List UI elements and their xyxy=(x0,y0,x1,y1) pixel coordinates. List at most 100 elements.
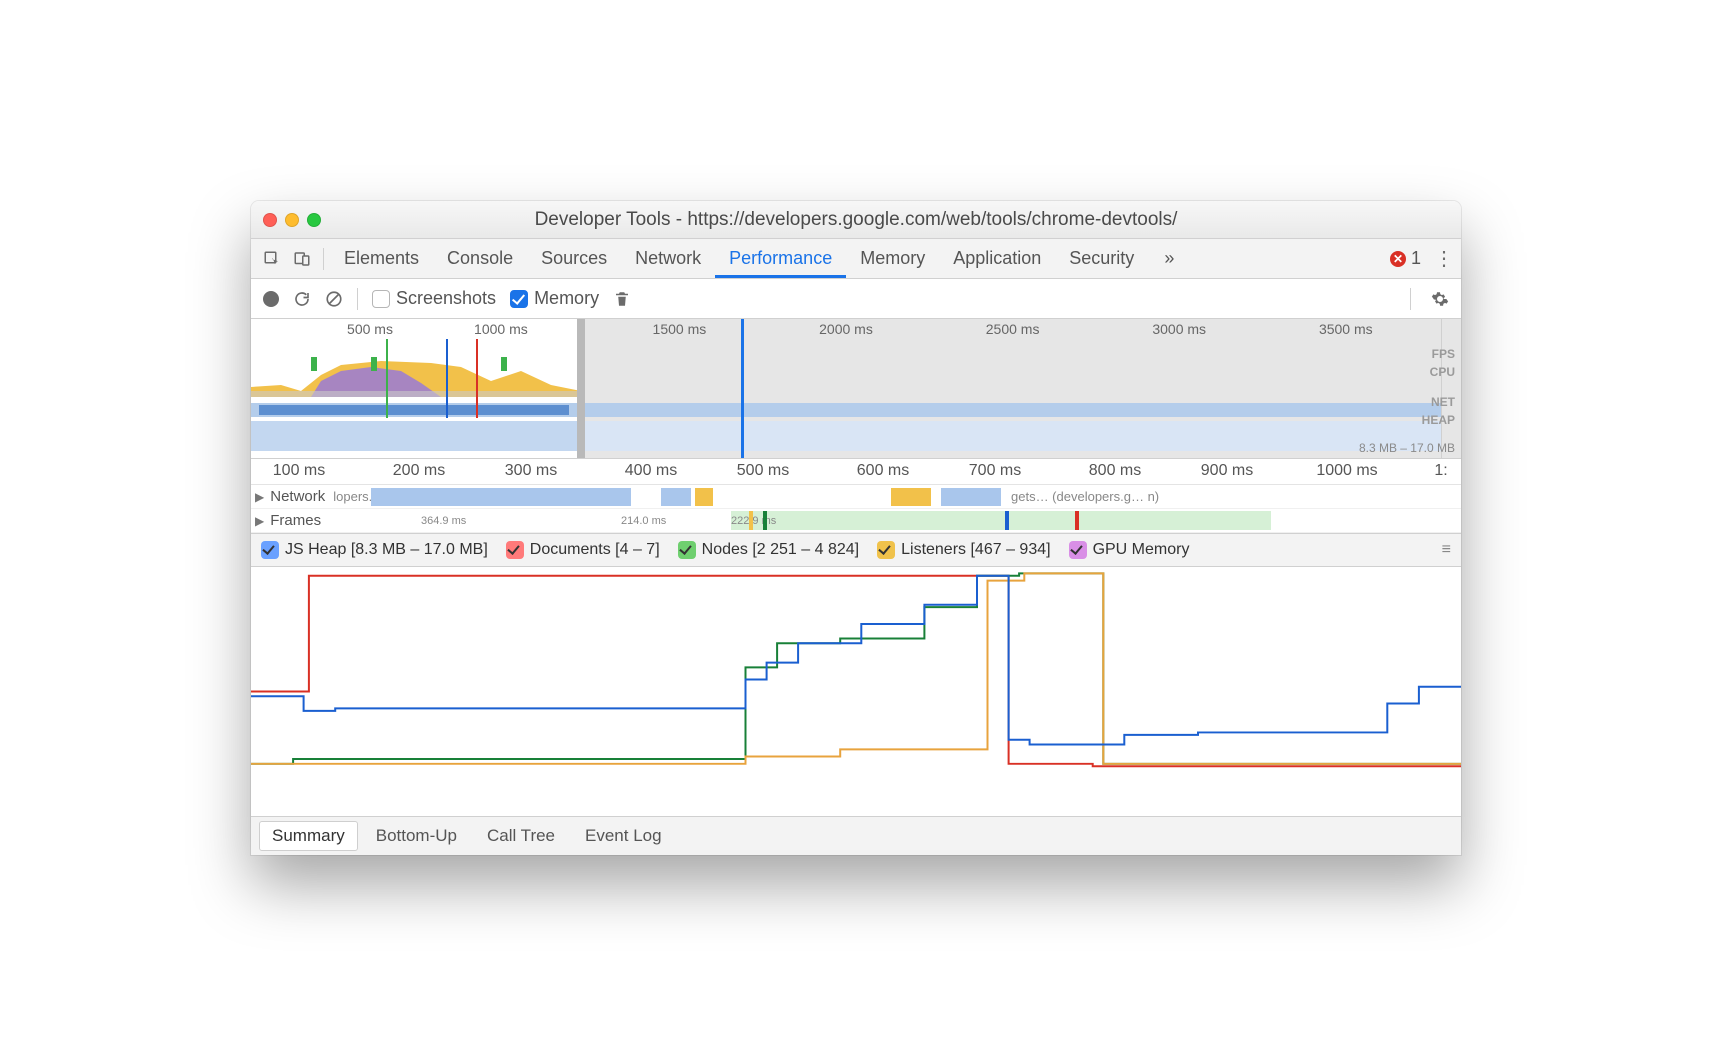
legend-item-listeners[interactable]: Listeners [467 – 934] xyxy=(877,541,1050,559)
tab-call-tree[interactable]: Call Tree xyxy=(475,822,567,850)
frame-marker xyxy=(1005,511,1009,530)
error-count-badge[interactable]: ✕ 1 xyxy=(1390,248,1421,269)
settings-gear-icon[interactable] xyxy=(1431,290,1449,308)
more-options-icon[interactable]: ⋮ xyxy=(1433,249,1455,269)
checkbox-icon xyxy=(678,541,696,559)
overview-tick: 2500 ms xyxy=(986,321,1040,337)
overview-tick: 3500 ms xyxy=(1319,321,1373,337)
legend-menu-icon[interactable]: ≡ xyxy=(1442,541,1451,559)
legend-range: [8.3 MB – 17.0 MB] xyxy=(351,541,488,559)
checkbox-icon xyxy=(372,290,390,308)
minimize-window-button[interactable] xyxy=(285,213,299,227)
frame-marker xyxy=(749,511,753,530)
chevron-right-icon[interactable]: ▶ xyxy=(255,514,264,528)
network-extra-text: gets… (developers.g… n) xyxy=(1011,489,1159,504)
chart-series-listeners xyxy=(251,573,1461,763)
performance-toolbar: Screenshots Memory xyxy=(251,279,1461,319)
overview-net-lane xyxy=(251,403,1441,417)
main-ruler[interactable]: 100 ms 200 ms 300 ms 400 ms 500 ms 600 m… xyxy=(251,459,1461,485)
checkbox-icon xyxy=(506,541,524,559)
legend-item-nodes[interactable]: Nodes [2 251 – 4 824] xyxy=(678,541,859,559)
frame-time: 364.9 ms xyxy=(421,515,466,527)
chevron-right-icon[interactable]: ▶ xyxy=(255,490,264,504)
legend-label: Listeners xyxy=(901,541,966,559)
memory-legend: JS Heap [8.3 MB – 17.0 MB] Documents [4 … xyxy=(251,533,1461,567)
tab-console[interactable]: Console xyxy=(433,239,527,278)
tabs-overflow-button[interactable]: » xyxy=(1150,239,1188,278)
chart-series-nodes xyxy=(251,573,1461,763)
ruler-tick: 600 ms xyxy=(857,462,909,480)
clear-icon[interactable] xyxy=(325,290,343,308)
record-button[interactable] xyxy=(263,291,279,307)
details-tabstrip: Summary Bottom-Up Call Tree Event Log xyxy=(251,817,1461,855)
overview-heap-lane xyxy=(251,421,1441,451)
delete-icon[interactable] xyxy=(613,290,631,308)
divider xyxy=(357,288,358,310)
checkbox-icon xyxy=(261,541,279,559)
legend-item-documents[interactable]: Documents [4 – 7] xyxy=(506,541,660,559)
tab-summary[interactable]: Summary xyxy=(259,821,358,851)
memory-chart[interactable] xyxy=(251,567,1461,817)
network-bar xyxy=(695,488,713,506)
overview-playhead[interactable] xyxy=(741,319,744,458)
screenshots-checkbox[interactable]: Screenshots xyxy=(372,288,496,309)
overview-tick: 3000 ms xyxy=(1152,321,1206,337)
network-row-label: Network xyxy=(270,488,331,505)
tab-network[interactable]: Network xyxy=(621,239,715,278)
overview-cpu-lane xyxy=(251,357,581,397)
tab-event-log[interactable]: Event Log xyxy=(573,822,674,850)
divider xyxy=(1410,288,1411,310)
reload-icon[interactable] xyxy=(293,290,311,308)
overview-tick: 1500 ms xyxy=(653,321,707,337)
memory-checkbox[interactable]: Memory xyxy=(510,288,599,309)
device-toggle-icon[interactable] xyxy=(287,250,317,268)
zoom-window-button[interactable] xyxy=(307,213,321,227)
overview-lane-labels: FPS CPU NET HEAP xyxy=(1422,345,1455,429)
overview-tick: 1000 ms xyxy=(474,321,528,337)
overview-tick: 2000 ms xyxy=(819,321,873,337)
devtools-window: Developer Tools - https://developers.goo… xyxy=(251,201,1461,855)
frame-time: 222.9 ms xyxy=(731,515,776,527)
error-icon: ✕ xyxy=(1390,251,1406,267)
overview-range-handle[interactable] xyxy=(577,319,585,458)
checkbox-icon xyxy=(877,541,895,559)
tab-application[interactable]: Application xyxy=(939,239,1055,278)
overview-marker xyxy=(386,339,388,418)
ruler-tick: 500 ms xyxy=(737,462,789,480)
network-bar xyxy=(891,488,931,506)
ruler-tick: 200 ms xyxy=(393,462,445,480)
ruler-tick: 400 ms xyxy=(625,462,677,480)
frame-marker xyxy=(763,511,767,530)
tab-security[interactable]: Security xyxy=(1055,239,1148,278)
overview-panel[interactable]: 500 ms 1000 ms 1500 ms 2000 ms 2500 ms 3… xyxy=(251,319,1461,459)
window-title: Developer Tools - https://developers.goo… xyxy=(251,209,1461,231)
devtools-tabstrip: Elements Console Sources Network Perform… xyxy=(251,239,1461,279)
flame-row-frames[interactable]: ▶ Frames 364.9 ms 214.0 ms 222.9 ms xyxy=(251,509,1461,533)
legend-item-gpu[interactable]: GPU Memory xyxy=(1069,541,1190,559)
overview-marker xyxy=(476,339,478,418)
chart-series-js-heap xyxy=(251,576,1461,745)
tab-memory[interactable]: Memory xyxy=(846,239,939,278)
inspect-element-icon[interactable] xyxy=(257,250,287,268)
legend-range: [2 251 – 4 824] xyxy=(752,541,859,559)
legend-range: [4 – 7] xyxy=(615,541,659,559)
tab-sources[interactable]: Sources xyxy=(527,239,621,278)
flame-row-network[interactable]: ▶ Network lopers.google.com/ (developers… xyxy=(251,485,1461,509)
overview-tick: 500 ms xyxy=(347,321,393,337)
divider xyxy=(323,248,324,270)
overview-heap-range: 8.3 MB – 17.0 MB xyxy=(1359,441,1455,455)
flamechart[interactable]: ▶ Network lopers.google.com/ (developers… xyxy=(251,485,1461,533)
overview-marker xyxy=(446,339,448,418)
checkbox-icon xyxy=(1069,541,1087,559)
close-window-button[interactable] xyxy=(263,213,277,227)
ruler-tick: 800 ms xyxy=(1089,462,1141,480)
tab-bottom-up[interactable]: Bottom-Up xyxy=(364,822,469,850)
network-bar xyxy=(661,488,691,506)
tab-performance[interactable]: Performance xyxy=(715,239,846,278)
legend-item-jsheap[interactable]: JS Heap [8.3 MB – 17.0 MB] xyxy=(261,541,488,559)
checkbox-icon xyxy=(510,290,528,308)
frame-time: 214.0 ms xyxy=(621,515,666,527)
screenshots-label: Screenshots xyxy=(396,288,496,309)
memory-label: Memory xyxy=(534,288,599,309)
tab-elements[interactable]: Elements xyxy=(330,239,433,278)
